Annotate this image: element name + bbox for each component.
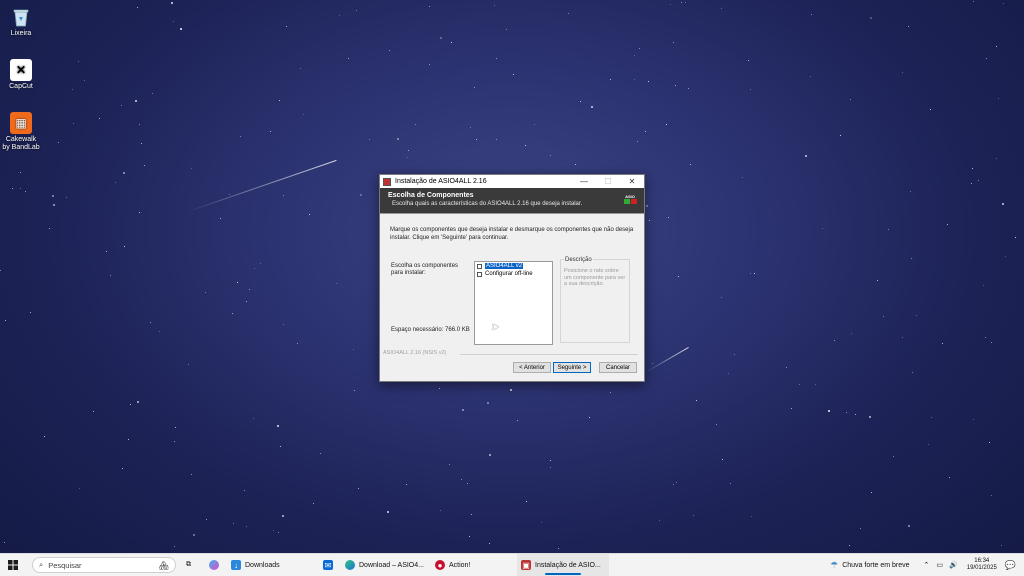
taskbar-item-action[interactable]: ● Action!: [431, 554, 517, 576]
desktop-icon-capcut[interactable]: ✕ CapCut: [2, 59, 40, 91]
capcut-icon: ✕: [10, 59, 32, 81]
header-subtitle: Escolha quais as características do ASIO…: [392, 201, 583, 207]
cakewalk-icon: ▦: [10, 112, 32, 134]
taskbar-item-downloads[interactable]: ↓ Downloads: [227, 554, 313, 576]
network-icon[interactable]: ▭: [936, 561, 943, 569]
asio4all-logo: ASIO: [622, 194, 638, 210]
start-button[interactable]: [0, 554, 26, 576]
downloads-icon: ↓: [231, 560, 241, 570]
search-highlight-icon: 🏘: [158, 560, 169, 570]
components-tree[interactable]: ASIO4ALL v2 Configurar off-line: [474, 261, 553, 345]
installer-app-icon: [383, 177, 391, 186]
title-bar[interactable]: Instalação de ASIO4ALL 2.16 — ☐ ✕: [380, 175, 644, 188]
components-label: Escolha os componentes para instalar:: [391, 263, 459, 276]
installer-window: Instalação de ASIO4ALL 2.16 — ☐ ✕ Escolh…: [379, 174, 645, 382]
weather-widget[interactable]: ☂ Chuva forte em breve: [826, 554, 913, 576]
window-title: Instalação de ASIO4ALL 2.16: [395, 178, 487, 185]
edge-icon: [345, 560, 355, 570]
component-checkbox-checked[interactable]: [477, 263, 482, 269]
search-placeholder: Pesquisar: [48, 560, 82, 570]
system-tray: ☂ Chuva forte em breve ⌃ ▭ 🔊 16:34 19/01…: [826, 554, 1024, 576]
component-checkbox[interactable]: [477, 271, 482, 277]
component-label: ASIO4ALL v2: [485, 263, 524, 269]
component-item-offline[interactable]: Configurar off-line: [475, 270, 552, 278]
space-required-label: Espaço necessário: 766.0 KB: [391, 327, 470, 333]
search-box[interactable]: ⌕ Pesquisar 🏘: [32, 557, 176, 573]
desktop-icon-cakewalk[interactable]: ▦ Cakewalk by BandLab: [2, 112, 40, 152]
divider: [460, 354, 638, 355]
wizard-header: Escolha de Componentes Escolha quais as …: [380, 188, 644, 214]
desktop-icon-label: CapCut: [9, 83, 33, 90]
mouse-cursor-icon: ➤: [491, 322, 500, 333]
recycle-bin-icon: [10, 6, 32, 28]
copilot-icon: [209, 560, 219, 570]
next-button[interactable]: Seguinte >: [553, 362, 591, 373]
clock[interactable]: 16:34 19/01/2025: [967, 558, 997, 572]
close-button[interactable]: ✕: [620, 175, 644, 188]
header-title: Escolha de Componentes: [388, 192, 474, 199]
mail-icon: ✉: [323, 560, 333, 570]
cancel-button[interactable]: Cancelar: [599, 362, 637, 373]
clock-date: 19/01/2025: [966, 565, 997, 571]
maximize-button: ☐: [604, 177, 612, 186]
instructions-text: Marque os componentes que deseja instala…: [390, 227, 634, 241]
task-view-icon: ⧉: [186, 561, 191, 568]
description-legend: Descrição: [564, 257, 593, 263]
desktop-icon-recycle-bin[interactable]: Lixeira: [2, 6, 40, 38]
copilot-button[interactable]: [205, 554, 227, 576]
minimize-button[interactable]: —: [572, 175, 596, 188]
notification-icon[interactable]: 💬: [1005, 560, 1016, 571]
speaker-icon[interactable]: 🔊: [949, 561, 958, 569]
installer-icon: ▣: [521, 560, 531, 570]
taskbar: ⌕ Pesquisar 🏘 ⧉ ↓ Downloads ✉ Download –…: [0, 553, 1024, 576]
search-icon: ⌕: [39, 560, 44, 569]
nsis-branding: ASIO4ALL 2.16 (NSIS v2): [383, 350, 447, 356]
windows-icon: [8, 560, 18, 570]
rain-cloud-icon: ☂: [830, 559, 839, 570]
task-view-button[interactable]: ⧉: [182, 554, 195, 576]
chevron-up-icon[interactable]: ⌃: [924, 561, 930, 569]
taskbar-item-edge[interactable]: Download – ASIO4...: [341, 554, 431, 576]
back-button[interactable]: < Anterior: [513, 362, 551, 373]
desktop-icon-label: Cakewalk by BandLab: [2, 136, 40, 151]
description-text: Posicione o rato sobre um componente par…: [564, 268, 626, 287]
desktop-icon-label: Lixeira: [10, 30, 32, 37]
component-label: Configurar off-line: [485, 271, 533, 277]
mail-button[interactable]: ✉: [319, 554, 341, 576]
action-icon: ●: [435, 560, 445, 570]
component-item-asio4all[interactable]: ASIO4ALL v2: [475, 262, 552, 270]
taskbar-item-installer[interactable]: ▣ Instalação de ASIO...: [517, 554, 609, 576]
clock-time: 16:34: [974, 558, 990, 564]
description-box: Descrição Posicione o rato sobre um comp…: [560, 257, 630, 343]
